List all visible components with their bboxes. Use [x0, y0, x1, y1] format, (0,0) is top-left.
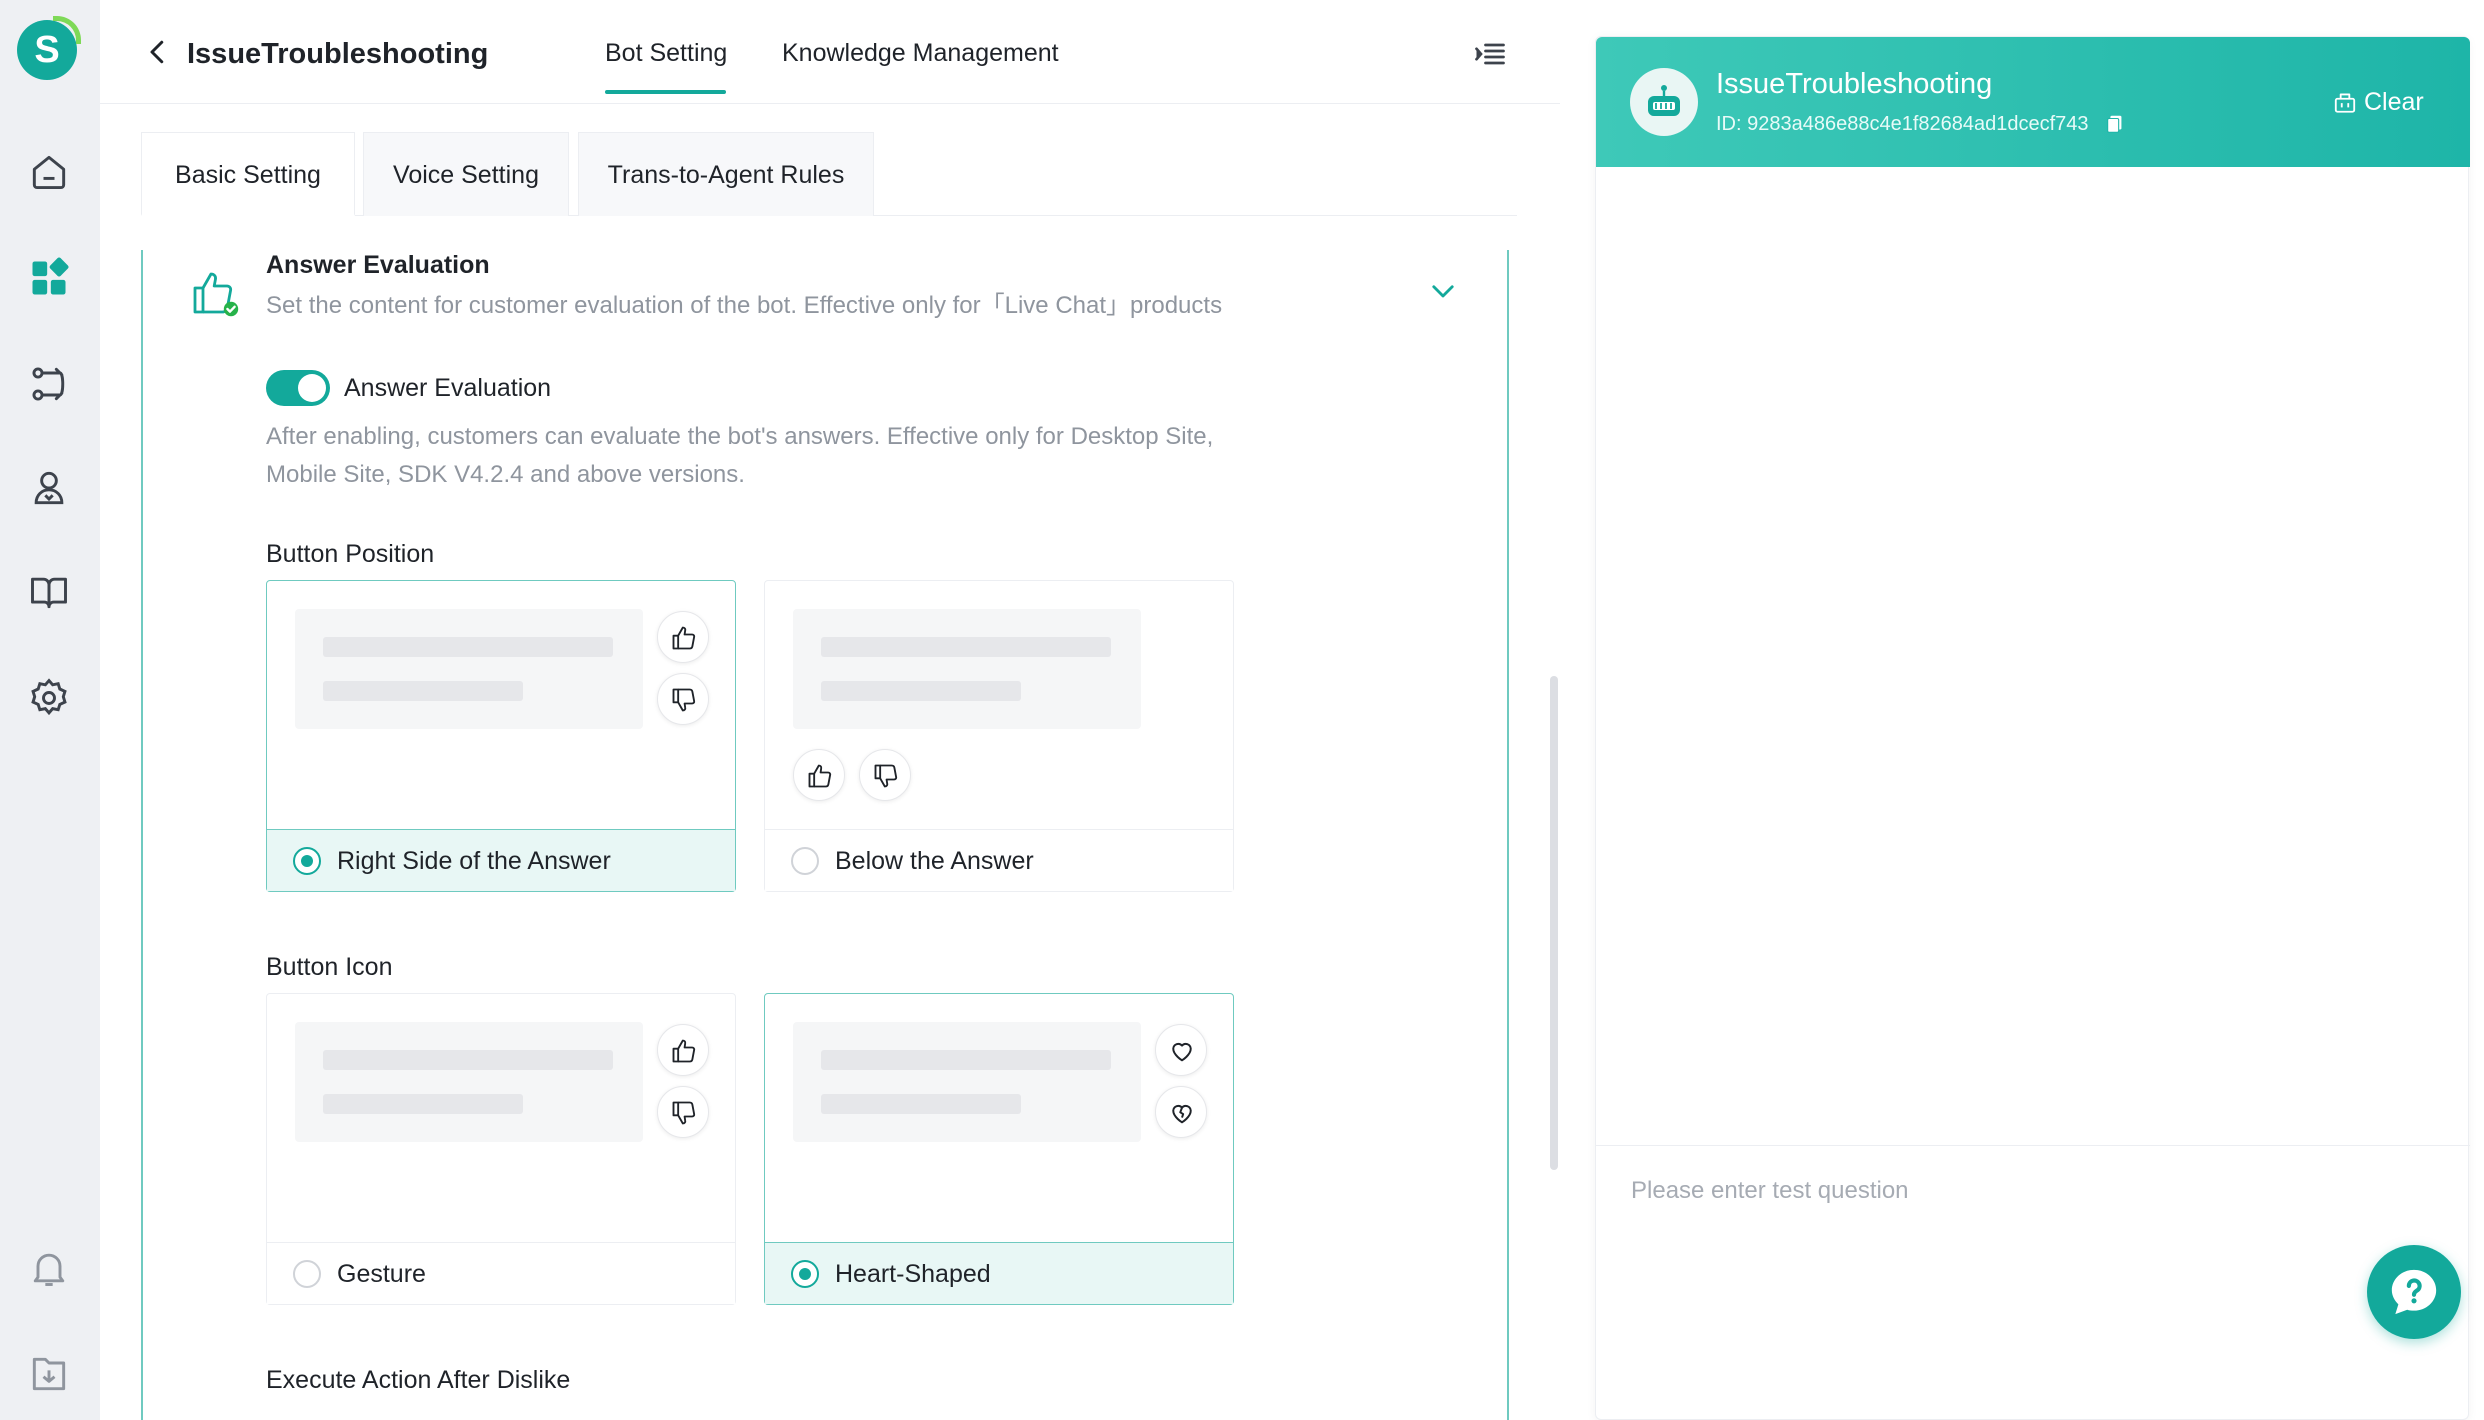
- button-position-label: Button Position: [266, 540, 435, 568]
- question-bubble-icon: [2391, 1269, 2437, 1315]
- placeholder-line: [821, 637, 1111, 657]
- placeholder-line: [821, 1050, 1111, 1070]
- copy-icon[interactable]: [2104, 113, 2126, 135]
- option-footer: Heart-Shaped: [765, 1242, 1233, 1304]
- option-label: Right Side of the Answer: [337, 847, 611, 875]
- radio-right-side[interactable]: [293, 847, 321, 875]
- radio-below-answer[interactable]: [791, 847, 819, 875]
- top-bar: IssueTroubleshooting Bot Setting Knowled…: [100, 0, 1560, 104]
- chat-test-panel: IssueTroubleshooting ID: 9283a486e88c4e1…: [1595, 36, 2470, 1420]
- section-description: Set the content for customer evaluation …: [266, 292, 1223, 319]
- option-footer: Right Side of the Answer: [267, 829, 735, 891]
- subtab-trans-to-agent-rules[interactable]: Trans-to-Agent Rules: [578, 132, 874, 216]
- answer-bubble-preview: [295, 1022, 643, 1142]
- subtab-voice-setting[interactable]: Voice Setting: [363, 132, 569, 216]
- answer-bubble-preview: [793, 609, 1141, 729]
- logo-arc: [53, 16, 81, 44]
- gear-icon[interactable]: [27, 676, 71, 720]
- app-logo[interactable]: S: [17, 16, 81, 80]
- home-icon[interactable]: [27, 150, 71, 194]
- option-label: Gesture: [337, 1260, 426, 1288]
- thumbs-down-icon: [657, 673, 709, 725]
- answer-evaluation-toggle[interactable]: [266, 370, 330, 406]
- broken-heart-icon: [1155, 1086, 1207, 1138]
- tab-bot-setting[interactable]: Bot Setting: [605, 34, 727, 72]
- option-right-side[interactable]: Right Side of the Answer: [266, 580, 736, 892]
- placeholder-line: [323, 681, 523, 701]
- tab-knowledge-management[interactable]: Knowledge Management: [782, 34, 1059, 72]
- answer-bubble-preview: [793, 1022, 1141, 1142]
- thumbs-up-icon: [793, 749, 845, 801]
- clear-icon: [2334, 93, 2356, 113]
- answer-bubble-preview: [295, 609, 643, 729]
- option-label: Heart-Shaped: [835, 1260, 991, 1288]
- preview-right-side: [267, 581, 735, 829]
- book-icon[interactable]: [27, 570, 71, 614]
- option-footer: Below the Answer: [765, 829, 1233, 891]
- answer-evaluation-card: Answer Evaluation Set the content for cu…: [141, 250, 1509, 1420]
- clear-label: Clear: [2364, 88, 2424, 116]
- option-below-answer[interactable]: Below the Answer: [764, 580, 1234, 892]
- option-heart-shaped[interactable]: Heart-Shaped: [764, 993, 1234, 1305]
- toggle-knob: [298, 374, 326, 402]
- download-icon[interactable]: [27, 1352, 71, 1396]
- settings-panel: IssueTroubleshooting Bot Setting Knowled…: [100, 0, 1560, 1420]
- thumbs-up-check-icon: [185, 264, 241, 320]
- radio-heart-shaped[interactable]: [791, 1260, 819, 1288]
- chevron-down-icon[interactable]: [1426, 274, 1460, 308]
- bot-avatar: [1630, 68, 1698, 136]
- toggle-help-text: After enabling, customers can evaluate t…: [266, 423, 1214, 488]
- preview-heart-shaped: [765, 994, 1233, 1242]
- thumbs-down-icon: [657, 1086, 709, 1138]
- help-chat-button[interactable]: [2367, 1245, 2461, 1339]
- chat-bot-name: IssueTroubleshooting: [1716, 68, 1993, 100]
- test-question-input[interactable]: [1631, 1173, 2431, 1209]
- subtab-basic-setting[interactable]: Basic Setting: [141, 132, 355, 216]
- chat-header: IssueTroubleshooting ID: 9283a486e88c4e1…: [1596, 37, 2470, 167]
- routing-icon[interactable]: [27, 362, 71, 406]
- execute-action-label: Execute Action After Dislike: [266, 1366, 571, 1394]
- placeholder-line: [821, 1094, 1021, 1114]
- placeholder-line: [323, 1050, 613, 1070]
- option-label: Below the Answer: [835, 847, 1034, 875]
- app-root: S IssueTroubleshooting Bot Setting Knowl…: [0, 0, 2484, 1420]
- thumbs-up-icon: [657, 1024, 709, 1076]
- placeholder-line: [323, 637, 613, 657]
- thumbs-up-icon: [657, 611, 709, 663]
- preview-below-answer: [765, 581, 1233, 829]
- bell-icon[interactable]: [27, 1246, 71, 1290]
- bot-name-title: IssueTroubleshooting: [187, 38, 489, 70]
- placeholder-line: [323, 1094, 523, 1114]
- collapse-panel-icon[interactable]: [1472, 36, 1508, 72]
- preview-gesture: [267, 994, 735, 1242]
- radio-gesture[interactable]: [293, 1260, 321, 1288]
- toggle-label: Answer Evaluation: [344, 374, 552, 402]
- option-footer: Gesture: [267, 1242, 735, 1304]
- settings-subtabs: Basic Setting Voice Setting Trans-to-Age…: [141, 132, 1517, 216]
- option-gesture[interactable]: Gesture: [266, 993, 736, 1305]
- back-chevron-icon[interactable]: [140, 34, 176, 70]
- agent-icon[interactable]: [27, 466, 71, 510]
- chat-divider: [1596, 1145, 2470, 1146]
- robot-icon: [1648, 85, 1680, 116]
- icon-sidebar: S: [0, 0, 100, 1420]
- placeholder-line: [821, 681, 1021, 701]
- button-icon-label: Button Icon: [266, 953, 393, 981]
- dashboard-icon[interactable]: [27, 256, 71, 300]
- vertical-scrollbar[interactable]: [1550, 676, 1558, 1170]
- chat-bot-id: ID: 9283a486e88c4e1f82684ad1dcecf743: [1716, 113, 2089, 135]
- heart-icon: [1155, 1024, 1207, 1076]
- active-tab-underline: [605, 90, 726, 94]
- section-title: Answer Evaluation: [266, 251, 490, 279]
- thumbs-down-icon: [859, 749, 911, 801]
